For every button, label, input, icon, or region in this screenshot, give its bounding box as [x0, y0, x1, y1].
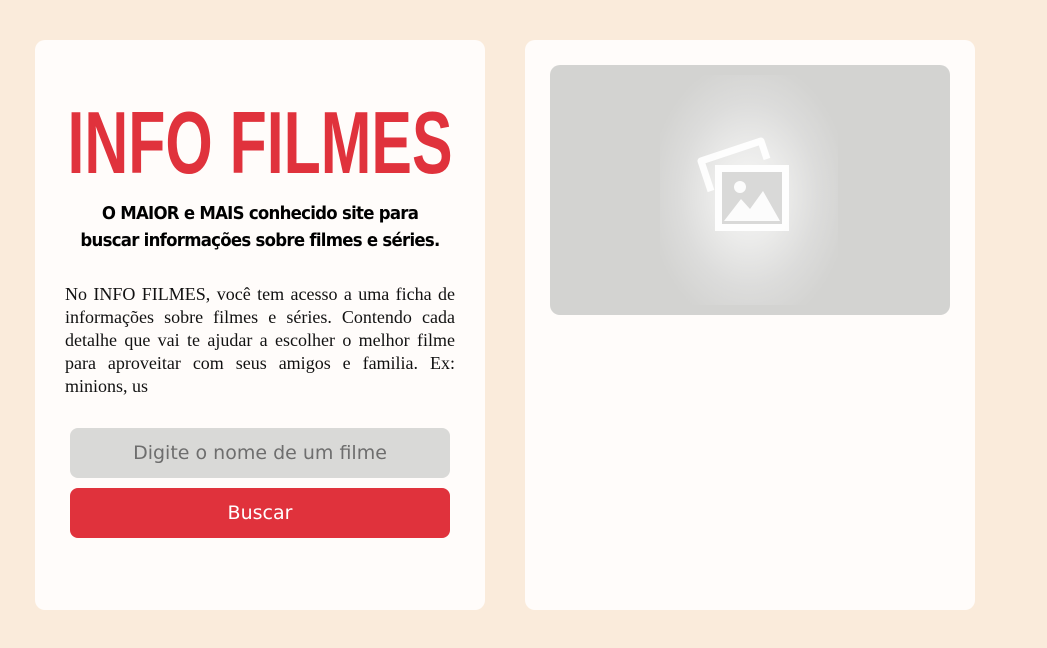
logo-wordmark: INFO FILMES	[68, 95, 453, 185]
tagline-line-2: buscar informações sobre filmes e séries…	[80, 230, 440, 251]
movie-search-input[interactable]	[70, 428, 450, 478]
search-card: INFO FILMES O MAIOR e MAIS conhecido sit…	[35, 40, 485, 610]
logo-text: INFO FILMES	[68, 95, 453, 185]
search-button[interactable]: Buscar	[70, 488, 450, 538]
tagline: O MAIOR e MAIS conhecido site para busca…	[53, 200, 467, 254]
tagline-line-1: O MAIOR e MAIS conhecido site para	[101, 203, 419, 224]
poster-placeholder	[550, 65, 950, 315]
movie-result-card	[525, 40, 975, 610]
logo: INFO FILMES	[35, 95, 485, 185]
image-placeholder-icon	[697, 137, 789, 231]
site-description: No INFO FILMES, você tem acesso a uma fi…	[65, 284, 455, 396]
